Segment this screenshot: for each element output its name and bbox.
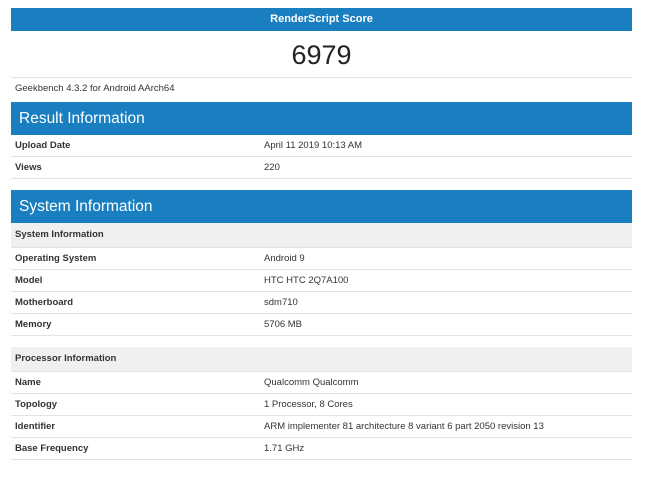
row-key: Views [15, 162, 42, 173]
row-key: Base Frequency [15, 443, 89, 454]
row-key: Model [15, 275, 43, 286]
row-value: sdm710 [264, 297, 298, 308]
processor-information-group: Processor Information [11, 347, 632, 372]
table-row: Model HTC HTC 2Q7A100 [11, 270, 632, 292]
table-row: Name Qualcomm Qualcomm [11, 372, 632, 394]
row-key: Motherboard [15, 297, 74, 308]
row-key: Identifier [15, 421, 56, 432]
table-row: Operating System Android 9 [11, 248, 632, 270]
row-value: 5706 MB [264, 319, 303, 330]
system-information-header: System Information [11, 190, 632, 223]
score-header: RenderScript Score [11, 8, 632, 31]
row-key: Upload Date [15, 140, 71, 151]
result-information-header: Result Information [11, 102, 632, 135]
table-row: Topology 1 Processor, 8 Cores [11, 394, 632, 416]
row-value: 220 [264, 162, 280, 173]
table-row: Identifier ARM implementer 81 architectu… [11, 416, 632, 438]
row-value: April 11 2019 10:13 AM [264, 140, 363, 151]
table-row: Views 220 [11, 157, 632, 179]
row-key: Operating System [15, 253, 97, 264]
row-value: 1.71 GHz [264, 443, 305, 454]
row-value: ARM implementer 81 architecture 8 varian… [264, 421, 544, 432]
row-key: Topology [15, 399, 58, 410]
score-value: 6979 [11, 31, 632, 78]
benchmark-page: RenderScript Score 6979 Geekbench 4.3.2 … [11, 8, 632, 460]
system-information-group: System Information [11, 223, 632, 248]
table-row: Upload Date April 11 2019 10:13 AM [11, 135, 632, 157]
table-row: Base Frequency 1.71 GHz [11, 438, 632, 460]
row-key: Memory [15, 319, 52, 330]
row-value: 1 Processor, 8 Cores [264, 399, 353, 410]
table-row: Motherboard sdm710 [11, 292, 632, 314]
table-row: Memory 5706 MB [11, 314, 632, 336]
row-key: Name [15, 377, 41, 388]
row-value: HTC HTC 2Q7A100 [264, 275, 349, 286]
row-value: Android 9 [264, 253, 305, 264]
benchmark-version: Geekbench 4.3.2 for Android AArch64 [15, 83, 175, 94]
row-value: Qualcomm Qualcomm [264, 377, 359, 388]
